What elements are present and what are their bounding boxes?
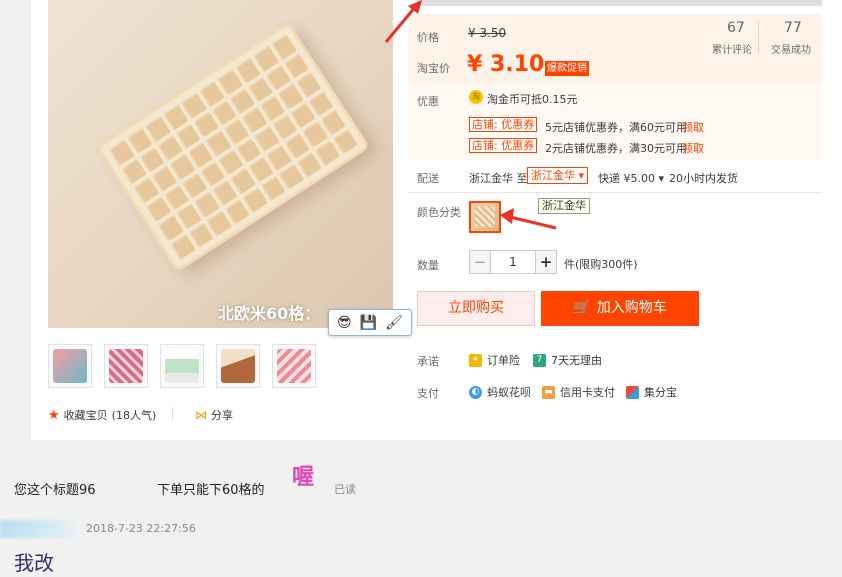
thumbnail[interactable] bbox=[48, 344, 92, 388]
coupon-text: 2元店铺优惠券，满30元可用 bbox=[545, 142, 687, 155]
product-main-image[interactable]: 北欧米60格： bbox=[48, 0, 393, 328]
promise-item[interactable]: ✦ 订单险 bbox=[469, 352, 520, 368]
thumbnail[interactable] bbox=[272, 344, 316, 388]
ice-tray-illustration bbox=[95, 21, 371, 273]
quantity-decrease-button[interactable]: − bbox=[469, 250, 491, 274]
promotion-badge: 爆款促销 bbox=[545, 61, 589, 76]
divider bbox=[758, 22, 759, 54]
buy-now-button[interactable]: 立即购买 bbox=[417, 291, 535, 326]
annotation-arrow-icon bbox=[384, 0, 422, 43]
image-caption: 北欧米60格： bbox=[218, 304, 321, 323]
product-title-cutoff bbox=[418, 0, 822, 6]
emoji-sticker: 喔 bbox=[292, 465, 315, 490]
divider bbox=[172, 407, 173, 420]
chat-message-text: 您这个标题96 bbox=[14, 483, 96, 498]
divider bbox=[408, 192, 822, 193]
payment-label: 支付 bbox=[417, 387, 439, 400]
thumbnail[interactable] bbox=[160, 344, 204, 388]
message-timestamp: 2018-7-23 22:27:56 bbox=[86, 522, 196, 535]
read-status: 已读 bbox=[334, 483, 356, 496]
taojinbi-coin-icon: 淘 bbox=[469, 90, 483, 104]
payment-text: 蚂蚁花呗 bbox=[487, 386, 531, 399]
taobao-price: ¥ 3.10 bbox=[467, 52, 545, 77]
annotation-arrow-icon bbox=[500, 208, 557, 230]
shipping-label: 配送 bbox=[417, 172, 439, 185]
share-label: 分享 bbox=[211, 409, 233, 422]
screenshot-area: 北欧米60格： 😎 💾 🖌 ★ 收藏宝贝 (18人气) ⋈ 分享 价格 ¥ 3.… bbox=[0, 0, 842, 440]
thumbnail-strip bbox=[48, 344, 316, 388]
promise-text: 订单险 bbox=[487, 354, 520, 367]
add-to-cart-label: 加入购物车 bbox=[596, 300, 667, 316]
payment-item[interactable]: 集分宝 bbox=[626, 384, 677, 400]
collect-item[interactable]: ★ 收藏宝贝 (18人气) bbox=[48, 407, 156, 423]
jifenbao-icon bbox=[626, 385, 639, 399]
taobao-price-label: 淘宝价 bbox=[417, 62, 450, 75]
quantity-limit: 件(限购300件) bbox=[564, 258, 638, 271]
coin-offer-text: 淘金币可抵0.15元 bbox=[487, 93, 578, 106]
quantity-increase-button[interactable]: + bbox=[535, 250, 557, 274]
payment-item[interactable]: ◐ 蚂蚁花呗 bbox=[469, 384, 531, 400]
emoji-face-icon[interactable]: 😎 bbox=[337, 316, 352, 330]
share-button[interactable]: ⋈ 分享 bbox=[195, 407, 233, 423]
quantity-input[interactable]: 1 bbox=[491, 250, 535, 274]
promise-text: 7天无理由 bbox=[551, 354, 602, 367]
share-icon: ⋈ bbox=[195, 408, 207, 422]
reviews-label[interactable]: 累计评论 bbox=[712, 41, 752, 56]
shipping-destination-select[interactable]: 浙江金华 ▾ bbox=[527, 167, 589, 184]
credit-card-icon: ▬ bbox=[542, 385, 555, 399]
star-icon: ★ bbox=[48, 407, 60, 423]
deals-count: 77 bbox=[784, 20, 802, 36]
promise-label: 承诺 bbox=[417, 355, 439, 368]
color-option-swatch[interactable] bbox=[469, 201, 501, 233]
delivery-time: 20小时内发货 bbox=[669, 172, 738, 185]
express-fee-select[interactable]: 快递 ¥5.00 ▾ bbox=[598, 170, 664, 186]
coupon-claim-link[interactable]: 领取 bbox=[682, 119, 704, 135]
reviews-count: 67 bbox=[727, 20, 745, 36]
promo-label: 优惠 bbox=[417, 95, 439, 108]
order-insurance-icon: ✦ bbox=[469, 353, 482, 367]
thumbnail[interactable] bbox=[216, 344, 260, 388]
save-icon[interactable]: 💾 bbox=[360, 316, 377, 330]
promise-item[interactable]: 7 7天无理由 bbox=[533, 352, 602, 368]
seven-day-return-icon: 7 bbox=[533, 353, 546, 367]
chat-reply-text: 我改 bbox=[14, 551, 54, 575]
coupon-tag: 店铺: 优惠券 bbox=[469, 117, 538, 132]
coupon-tag: 店铺: 优惠券 bbox=[469, 138, 538, 153]
shipping-from: 浙江金华 至 bbox=[469, 172, 528, 185]
thumbnail[interactable] bbox=[104, 344, 148, 388]
deals-label: 交易成功 bbox=[771, 45, 811, 56]
collect-count: (18人气) bbox=[111, 409, 157, 422]
original-price: ¥ 3.50 bbox=[468, 26, 507, 40]
coupon-text: 5元店铺优惠券，满60元可用 bbox=[545, 121, 687, 134]
quantity-label: 数量 bbox=[417, 259, 439, 272]
payment-text: 信用卡支付 bbox=[560, 386, 615, 399]
coupon-claim-link[interactable]: 领取 bbox=[682, 140, 704, 156]
brush-icon[interactable]: 🖌 bbox=[385, 316, 403, 330]
huabei-icon: ◐ bbox=[469, 385, 482, 399]
color-label: 颜色分类 bbox=[417, 206, 461, 219]
payment-item[interactable]: ▬ 信用卡支付 bbox=[542, 384, 615, 400]
screenshot-toolbar: 😎 💾 🖌 bbox=[328, 309, 412, 336]
collect-label: 收藏宝贝 bbox=[63, 409, 108, 422]
payment-text: 集分宝 bbox=[644, 386, 677, 399]
add-to-cart-button[interactable]: 🛒 加入购物车 bbox=[541, 291, 699, 326]
cart-icon: 🛒 bbox=[573, 300, 591, 316]
sender-name-blurred bbox=[0, 520, 78, 538]
chat-message-text: 下单只能下60格的 bbox=[157, 483, 265, 498]
